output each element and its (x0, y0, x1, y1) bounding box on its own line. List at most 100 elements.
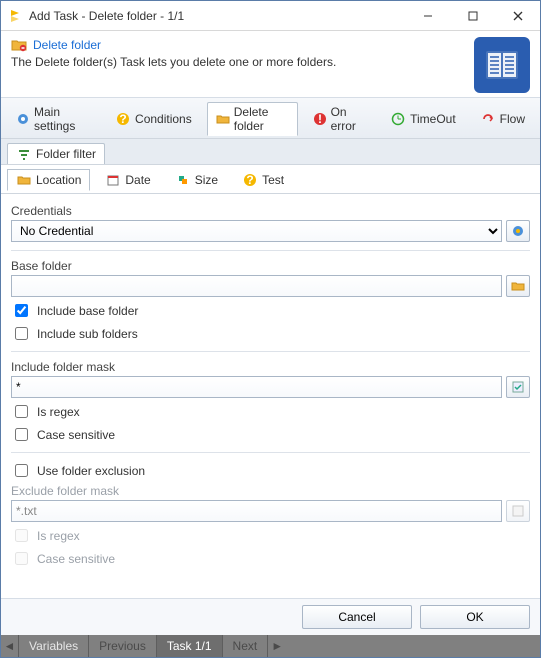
header: Delete folder The Delete folder(s) Task … (1, 31, 540, 97)
include-case-input[interactable] (15, 428, 28, 441)
tab-label: Delete folder (234, 105, 289, 133)
flow-icon (480, 111, 496, 127)
app-icon (7, 8, 23, 24)
tab-timeout[interactable]: TimeOut (381, 102, 465, 136)
cancel-label: Cancel (338, 610, 375, 624)
tab-conditions[interactable]: ? Conditions (106, 102, 201, 136)
innertab-date[interactable]: Date (96, 169, 159, 191)
innertab-size[interactable]: Size (166, 169, 227, 191)
minimize-button[interactable] (405, 1, 450, 30)
include-mask-label: Include folder mask (11, 360, 530, 374)
innertab-test[interactable]: ? Test (233, 169, 293, 191)
credentials-label: Credentials (11, 204, 530, 218)
maximize-button[interactable] (450, 1, 495, 30)
window: Add Task - Delete folder - 1/1 Delete fo… (0, 0, 541, 658)
tab-label: On error (331, 105, 367, 133)
innertab-label: Location (36, 173, 81, 187)
gear-color-icon (510, 223, 526, 239)
exclude-case-input (15, 552, 28, 565)
form-content: Credentials No Credential Base folder In… (1, 194, 540, 598)
window-title: Add Task - Delete folder - 1/1 (29, 9, 405, 23)
inner-tabs: Location Date Size ? Test (1, 165, 540, 194)
status-next-label: Next (233, 639, 258, 653)
tab-label: Flow (500, 112, 525, 126)
status-current[interactable]: Task 1/1 (157, 635, 223, 657)
status-previous-label: Previous (99, 639, 146, 653)
include-case-checkbox[interactable]: Case sensitive (11, 425, 530, 444)
exclude-regex-input (15, 529, 28, 542)
subtab-folder-filter[interactable]: Folder filter (7, 143, 105, 164)
innertab-location[interactable]: Location (7, 169, 90, 191)
tab-delete-folder[interactable]: Delete folder (207, 102, 298, 136)
help-book-icon[interactable] (474, 37, 530, 93)
folder-open-icon (510, 278, 526, 294)
folder-delete-icon (11, 37, 27, 53)
header-title-row: Delete folder (11, 37, 466, 53)
use-exclusion-checkbox[interactable]: Use folder exclusion (11, 461, 530, 480)
window-buttons (405, 1, 540, 30)
basefolder-input[interactable] (11, 275, 502, 297)
include-regex-label: Is regex (37, 405, 80, 419)
svg-text:!: ! (318, 112, 322, 126)
status-prev-arrow[interactable]: ◄ (1, 635, 19, 657)
clock-icon (390, 111, 406, 127)
gear-icon (16, 111, 30, 127)
svg-text:?: ? (246, 173, 253, 187)
tab-main-settings[interactable]: Main settings (7, 102, 100, 136)
edit-mask-icon (510, 379, 526, 395)
status-next: Next (223, 635, 269, 657)
status-previous: Previous (89, 635, 157, 657)
edit-mask-icon (510, 503, 526, 519)
main-tabs: Main settings ? Conditions Delete folder… (1, 97, 540, 139)
status-bar: ◄ Variables Previous Task 1/1 Next ► (1, 635, 540, 657)
tab-label: TimeOut (410, 112, 456, 126)
folder-delete-icon (216, 111, 230, 127)
tab-label: Main settings (34, 105, 91, 133)
filter-icon (16, 146, 32, 162)
ok-button[interactable]: OK (420, 605, 530, 629)
header-title: Delete folder (33, 38, 101, 52)
credentials-select[interactable]: No Credential (11, 220, 502, 242)
size-icon (175, 172, 191, 188)
cancel-button[interactable]: Cancel (302, 605, 412, 629)
error-icon: ! (313, 111, 327, 127)
include-sub-checkbox[interactable]: Include sub folders (11, 324, 530, 343)
svg-text:?: ? (119, 112, 126, 126)
folder-icon (16, 172, 32, 188)
include-base-checkbox[interactable]: Include base folder (11, 301, 530, 320)
exclude-mask-label: Exclude folder mask (11, 484, 530, 498)
include-base-label: Include base folder (37, 304, 138, 318)
include-regex-input[interactable] (15, 405, 28, 418)
tab-on-error[interactable]: ! On error (304, 102, 376, 136)
include-base-input[interactable] (15, 304, 28, 317)
include-case-label: Case sensitive (37, 428, 115, 442)
titlebar: Add Task - Delete folder - 1/1 (1, 1, 540, 31)
include-sub-label: Include sub folders (37, 327, 138, 341)
status-variables[interactable]: Variables (19, 635, 89, 657)
sub-tabs: Folder filter (1, 139, 540, 165)
credentials-settings-button[interactable] (506, 220, 530, 242)
close-button[interactable] (495, 1, 540, 30)
exclude-case-label: Case sensitive (37, 552, 115, 566)
include-sub-input[interactable] (15, 327, 28, 340)
browse-folder-button[interactable] (506, 275, 530, 297)
exclude-mask-input (11, 500, 502, 522)
calendar-icon (105, 172, 121, 188)
question-icon: ? (115, 111, 131, 127)
use-exclusion-label: Use folder exclusion (37, 464, 145, 478)
status-variables-label: Variables (29, 639, 78, 653)
status-current-label: Task 1/1 (167, 639, 212, 653)
tab-label: Conditions (135, 112, 192, 126)
status-next-arrow[interactable]: ► (268, 635, 286, 657)
use-exclusion-input[interactable] (15, 464, 28, 477)
exclude-case-checkbox: Case sensitive (11, 549, 530, 568)
include-mask-input[interactable] (11, 376, 502, 398)
subtab-label: Folder filter (36, 147, 96, 161)
include-mask-edit-button[interactable] (506, 376, 530, 398)
ok-label: OK (466, 610, 483, 624)
tab-flow[interactable]: Flow (471, 102, 534, 136)
question-icon: ? (242, 172, 258, 188)
include-regex-checkbox[interactable]: Is regex (11, 402, 530, 421)
exclude-regex-checkbox: Is regex (11, 526, 530, 545)
footer: Cancel OK (1, 598, 540, 635)
